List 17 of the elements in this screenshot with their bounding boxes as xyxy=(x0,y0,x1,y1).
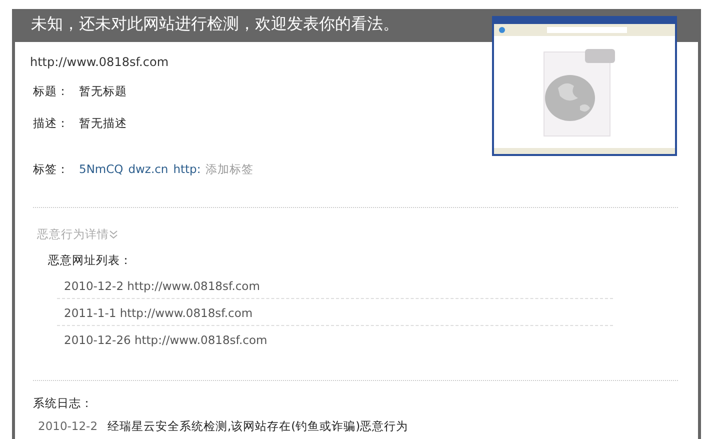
log-date: 2010-12-2 xyxy=(38,418,98,434)
malicious-url-entry: 2010-12-2 http://www.0818sf.com xyxy=(64,278,260,293)
field-value: 暂无描述 xyxy=(79,114,127,132)
field-label: 标签： xyxy=(33,160,70,178)
list-title: 恶意网址列表： xyxy=(47,252,133,268)
tag-link[interactable]: 5NmCQ xyxy=(79,162,124,176)
tag-link[interactable]: dwz.cn xyxy=(128,162,168,176)
malicious-url-entry: 2011-1-1 http://www.0818sf.com xyxy=(64,306,253,320)
field-label: 描述： xyxy=(33,114,70,132)
log-title: 系统日志： xyxy=(32,395,94,412)
log-message: 经瑞星云安全系统检测,该网站存在(钓鱼或诈骗)恶意行为 xyxy=(108,418,408,434)
field-value: 暂无标题 xyxy=(79,82,127,100)
malicious-url-entry: 2010-12-26 http://www.0818sf.com xyxy=(64,333,268,348)
tag-link[interactable]: http: xyxy=(173,162,201,176)
url-text: http://www.0818sf.com xyxy=(29,54,170,71)
field-label: 标题： xyxy=(33,82,70,100)
chevron-down-icon[interactable] xyxy=(109,230,118,240)
